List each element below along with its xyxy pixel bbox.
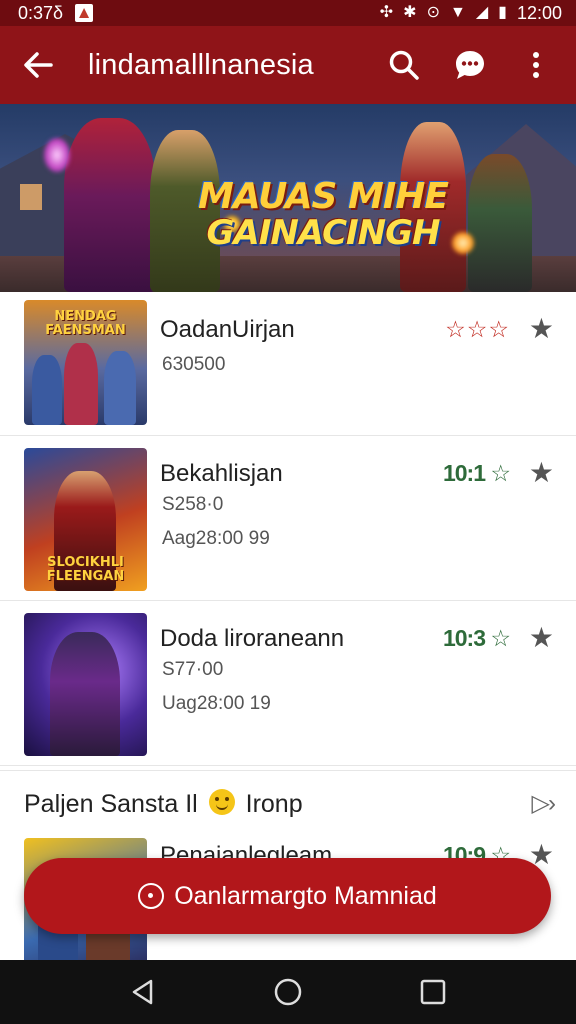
favorite-star-icon[interactable]: ★ xyxy=(529,312,554,345)
hero-title-line2: GAINACINGH xyxy=(206,212,440,253)
game-name: Doda liroraneann xyxy=(160,625,345,652)
nav-recents-icon xyxy=(421,979,446,1005)
thumbnail-figure xyxy=(64,343,98,425)
nav-home-button[interactable] xyxy=(266,970,310,1014)
status-bar: 0:37δ ✣ ✱ ⊙ ▼ ◢ ▮ 12:00 xyxy=(0,0,576,26)
game-thumbnail: SLOCIKHLI FLEENGAN xyxy=(24,448,147,591)
favorite-star-icon[interactable]: ★ xyxy=(529,621,554,654)
hero-character-rogue xyxy=(468,154,532,292)
hero-title-line1: MAUAS MIHE xyxy=(198,176,449,217)
game-thumbnail xyxy=(24,613,147,756)
game-info-line1: S258·0 xyxy=(162,494,224,515)
list-item[interactable]: Doda liroraneann S77·00 Uag28:00 19 10:3… xyxy=(0,601,576,766)
status-right: ✣ ✱ ⊙ ▼ ◢ ▮ 12:00 xyxy=(380,3,562,24)
hero-magic-glow xyxy=(44,138,70,172)
status-left: 0:37δ xyxy=(18,2,94,24)
game-name: Bekahlisjan xyxy=(160,460,283,487)
system-nav-bar xyxy=(0,960,576,1024)
status-time-right: 12:00 xyxy=(516,2,562,23)
nav-recents-button[interactable] xyxy=(411,970,455,1014)
target-icon xyxy=(138,883,165,909)
game-name: OadanUirjan xyxy=(160,316,295,343)
game-info-line2: Uag28:00 19 xyxy=(162,693,271,714)
alarm-icon: ⊙ xyxy=(426,4,440,21)
game-list: NENDAG FAENSMAN OadanUirjan 630500 ☆☆☆ ★… xyxy=(0,292,576,766)
app-bar-actions xyxy=(382,43,558,87)
chat-bubble-icon xyxy=(456,51,484,79)
bluetooth-icon: ✱ xyxy=(403,4,417,21)
thumbnail-figure xyxy=(32,355,62,425)
back-button[interactable] xyxy=(18,45,58,85)
primary-action-label: Oanlarmargto Mamniad xyxy=(174,881,437,910)
app-notification-icon xyxy=(75,4,94,22)
signal-icon: ◢ xyxy=(475,4,489,21)
favorite-star-icon[interactable]: ★ xyxy=(529,456,554,489)
game-info-line1: 630500 xyxy=(162,354,226,375)
thumbnail-figure xyxy=(50,632,120,756)
game-rating: 10:3 ☆ xyxy=(442,625,511,651)
section-title-before: Paljen Sansta Il xyxy=(24,790,198,818)
hero-character-sorceress xyxy=(64,118,156,292)
more-options-button[interactable] xyxy=(514,43,558,87)
game-info-line2: Aag28:00 99 xyxy=(162,528,270,549)
wifi-icon: ▼ xyxy=(449,4,466,21)
nav-home-icon xyxy=(274,978,302,1006)
section-header[interactable]: Paljen Sansta Il Ironp ▷› xyxy=(0,770,576,836)
battery-icon: ▮ xyxy=(498,4,507,21)
game-info-line1: S77·00 xyxy=(162,659,224,680)
game-rating: 10:1 ☆ xyxy=(442,460,511,486)
app-bar: lindamalllnanesia xyxy=(0,26,576,104)
nav-back-button[interactable] xyxy=(121,970,165,1014)
hero-title: MAUAS MIHE GAINACINGH xyxy=(188,178,458,251)
game-thumbnail: NENDAG FAENSMAN xyxy=(24,300,147,425)
more-vert-icon xyxy=(533,52,539,78)
game-rating: ☆☆☆ xyxy=(445,316,510,342)
page-title: lindamalllnanesia xyxy=(88,48,314,81)
thumbnail-figure xyxy=(104,351,136,425)
primary-action-button[interactable]: Oanlarmargto Mamniad xyxy=(24,858,551,934)
smile-emoji-icon xyxy=(208,789,235,815)
hero-banner[interactable]: MAUAS MIHE GAINACINGH xyxy=(0,104,576,292)
section-title: Paljen Sansta Il Ironp xyxy=(24,789,303,819)
vibrate-icon: ✣ xyxy=(379,4,394,21)
section-title-after: Ironp xyxy=(245,790,303,818)
chat-button[interactable] xyxy=(448,43,492,87)
list-item[interactable]: NENDAG FAENSMAN OadanUirjan 630500 ☆☆☆ ★ xyxy=(0,292,576,436)
search-button[interactable] xyxy=(382,43,426,87)
hero-window xyxy=(20,184,42,210)
search-icon xyxy=(389,50,419,80)
nav-back-icon xyxy=(132,979,152,1005)
list-item[interactable]: SLOCIKHLI FLEENGAN Bekahlisjan S258·0 Aa… xyxy=(0,436,576,601)
section-more-arrows-icon[interactable]: ▷› xyxy=(532,789,556,818)
status-time-left: 0:37δ xyxy=(18,2,64,23)
arrow-left-icon xyxy=(24,52,53,78)
thumbnail-caption: SLOCIKHLI FLEENGAN xyxy=(46,555,125,584)
thumbnail-caption: NENDAG FAENSMAN xyxy=(45,309,126,338)
